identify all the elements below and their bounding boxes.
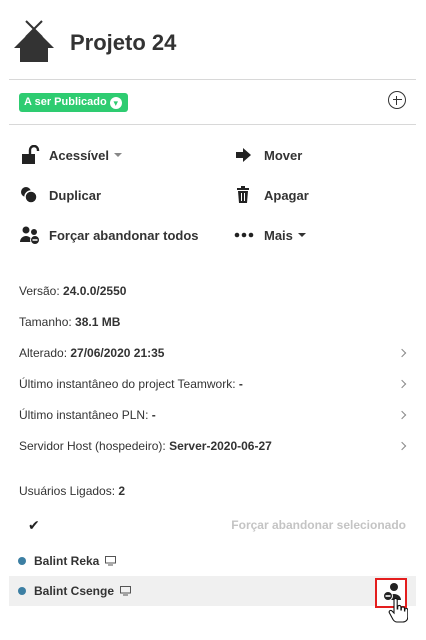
force-release-all-label: Forçar abandonar todos (49, 227, 199, 243)
modified-label: Alterado: (19, 346, 68, 360)
modified-info: Alterado: 27/06/2020 21:35 (19, 346, 164, 360)
version-label: Versão: (19, 284, 60, 298)
monitor-icon (105, 556, 117, 566)
project-title: Projeto 24 (70, 30, 177, 55)
version-info: Versão: 24.0.0/2550 (19, 284, 126, 298)
chevron-down-icon: ▾ (109, 96, 122, 109)
more-dropdown[interactable]: Mais (234, 225, 306, 245)
size-label: Tamanho: (19, 315, 72, 329)
version-value: 24.0.0/2550 (63, 284, 127, 298)
pln-snapshot-chevron-icon[interactable] (397, 410, 407, 420)
host-label: Servidor Host (hospedeiro): (19, 439, 166, 453)
monitor-icon (120, 586, 132, 596)
project-header: Projeto 24 (12, 14, 416, 74)
users-release-icon (19, 225, 43, 245)
user-name: Balint Csenge (34, 584, 115, 598)
user-row[interactable]: Balint Csenge (9, 576, 416, 606)
duplicate-icon (19, 185, 43, 205)
host-value: Server-2020-06-27 (169, 439, 272, 453)
teamwork-snapshot-label: Último instantâneo do project Teamwork: (19, 377, 236, 391)
caret-down-icon (297, 233, 306, 237)
caret-down-icon (114, 153, 122, 157)
trash-icon (234, 185, 258, 205)
divider (9, 124, 416, 125)
add-circle-button[interactable] (388, 91, 406, 109)
host-chevron-icon[interactable] (397, 441, 407, 451)
modified-value: 27/06/2020 21:35 (70, 346, 165, 360)
more-label: Mais (264, 227, 293, 243)
duplicate-button[interactable]: Duplicar (19, 185, 101, 205)
teamwork-snapshot-value: - (238, 377, 243, 391)
pln-snapshot-label: Último instantâneo PLN: (19, 408, 149, 422)
users-label: Usuários Ligados: (19, 484, 116, 498)
host-info: Servidor Host (hospedeiro): Server-2020-… (19, 439, 272, 453)
users-count: 2 (118, 484, 126, 498)
modified-expand-chevron-icon[interactable] (397, 348, 407, 358)
hand-cursor-icon (388, 598, 408, 623)
accessible-label: Acessível (49, 147, 109, 163)
ellipsis-icon (234, 225, 258, 245)
move-label: Mover (264, 147, 303, 163)
select-all-check-icon[interactable]: ✔ (28, 517, 40, 534)
duplicate-label: Duplicar (49, 187, 102, 203)
size-value: 38.1 MB (75, 315, 121, 329)
arrow-right-icon (234, 145, 258, 165)
teamwork-snapshot-chevron-icon[interactable] (397, 379, 407, 389)
delete-label: Apagar (264, 187, 309, 203)
delete-button[interactable]: Apagar (234, 185, 309, 205)
users-header: Usuários Ligados: 2 (19, 484, 125, 498)
user-name: Balint Reka (34, 554, 100, 568)
accessible-dropdown[interactable]: Acessível (19, 145, 122, 165)
unlock-icon (19, 145, 43, 165)
pln-snapshot-info: Último instantâneo PLN: - (19, 408, 156, 422)
divider (9, 79, 416, 80)
status-label: A ser Publicado (24, 96, 107, 108)
pln-snapshot-value: - (151, 408, 156, 422)
online-status-dot (18, 557, 26, 565)
project-house-icon (14, 20, 54, 62)
force-release-selected-button[interactable]: Forçar abandonar selecionado (231, 518, 406, 532)
teamwork-snapshot-info: Último instantâneo do project Teamwork: … (19, 377, 243, 391)
status-dropdown[interactable]: A ser Publicado ▾ (19, 93, 128, 112)
online-status-dot (18, 587, 26, 595)
user-row[interactable]: Balint Reka (9, 546, 416, 576)
force-release-all-button[interactable]: Forçar abandonar todos (19, 225, 199, 245)
move-button[interactable]: Mover (234, 145, 302, 165)
size-info: Tamanho: 38.1 MB (19, 315, 120, 329)
